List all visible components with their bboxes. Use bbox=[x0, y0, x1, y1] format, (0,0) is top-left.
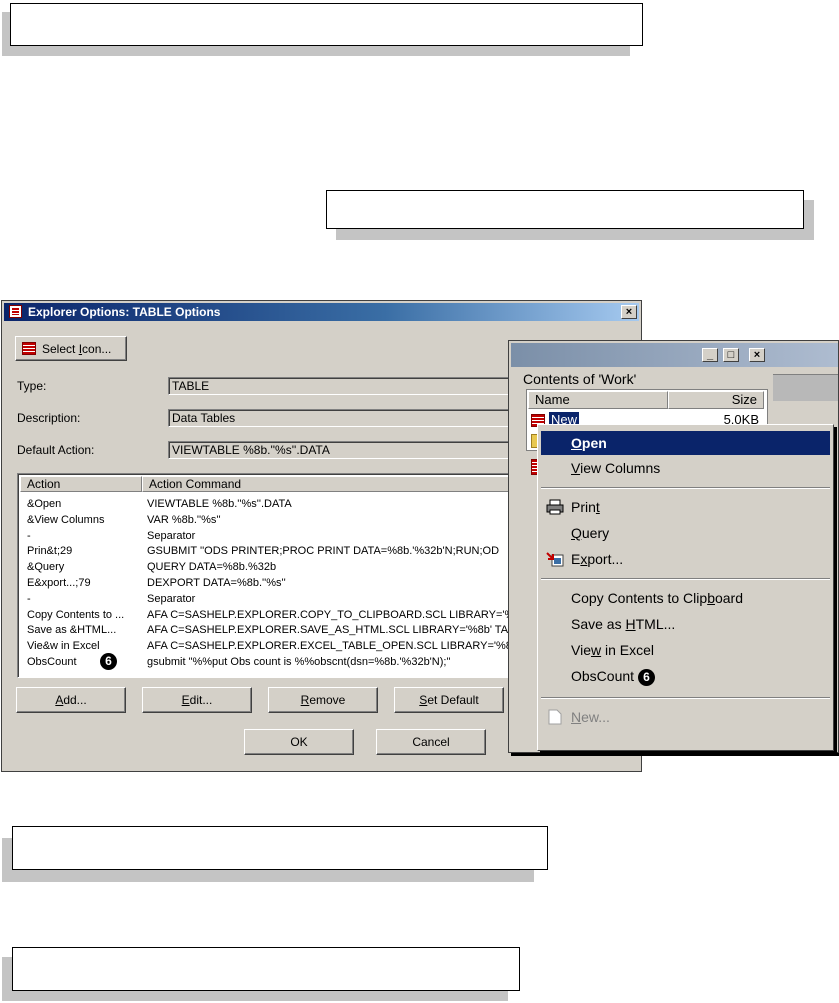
cancel-button[interactable]: Cancel bbox=[376, 729, 486, 755]
table-row[interactable]: - Separator bbox=[18, 528, 536, 544]
minimize-icon[interactable]: _ bbox=[702, 348, 718, 362]
table-row[interactable]: &Query QUERY DATA=%8b.%32b bbox=[18, 559, 536, 575]
action-cell: &View Columns bbox=[27, 513, 105, 526]
description-field[interactable]: Data Tables bbox=[168, 409, 528, 427]
work-titlebar[interactable]: _ □ × bbox=[511, 343, 838, 367]
column-header-name[interactable]: Name bbox=[528, 391, 668, 409]
new-icon bbox=[546, 709, 564, 725]
action-list-header: Action Action Command bbox=[20, 476, 536, 492]
action-command-cell: DEXPORT DATA=%8b.''%s'' bbox=[147, 577, 286, 589]
work-heading: Contents of 'Work' bbox=[523, 371, 637, 387]
dialog-title: Explorer Options: TABLE Options bbox=[28, 305, 221, 319]
action-command-cell: Separator bbox=[147, 529, 196, 542]
menu-separator bbox=[541, 578, 830, 580]
menu-item-open[interactable]: Open bbox=[541, 431, 830, 455]
callout-badge: 6 bbox=[100, 653, 117, 670]
close-icon[interactable]: × bbox=[749, 348, 765, 362]
table-row[interactable]: Copy Contents to ... AFA C=SASHELP.EXPLOR… bbox=[18, 607, 536, 623]
printer-icon bbox=[546, 499, 564, 515]
action-cell: - bbox=[27, 529, 31, 542]
default-action-label: Default Action: bbox=[17, 443, 95, 457]
table-row[interactable]: &Open VIEWTABLE %8b.''%s''.DATA bbox=[18, 496, 536, 512]
table-row[interactable]: E&xport...;79 DEXPORT DATA=%8b.''%s'' bbox=[18, 575, 536, 591]
action-command-cell: VAR %8b.''%s'' bbox=[147, 513, 221, 526]
select-icon-button[interactable]: Select Icon... bbox=[15, 336, 127, 361]
action-command-cell: AFA C=SASHELP.EXPLORER.EXCEL_TABLE_OPEN.… bbox=[147, 640, 512, 653]
blank-caption-box-2 bbox=[320, 188, 820, 243]
action-command-cell: VIEWTABLE %8b.''%s''.DATA bbox=[147, 498, 292, 510]
toolbar-strip bbox=[773, 374, 838, 401]
action-cell: - bbox=[27, 592, 31, 605]
close-icon[interactable]: × bbox=[621, 305, 637, 319]
blank-caption-box-3 bbox=[0, 822, 552, 884]
callout-badge: 6 bbox=[637, 668, 655, 686]
menu-item-print[interactable]: Print bbox=[541, 495, 830, 519]
menu-item-new[interactable]: New... bbox=[541, 705, 830, 729]
table-row[interactable]: &View Columns VAR %8b.''%s'' bbox=[18, 512, 536, 528]
maximize-icon[interactable]: □ bbox=[723, 348, 739, 362]
type-label: Type: bbox=[17, 379, 47, 393]
remove-button[interactable]: Remove bbox=[268, 687, 378, 713]
column-header-action-command[interactable]: Action Command bbox=[142, 476, 536, 492]
description-label: Description: bbox=[17, 411, 81, 425]
table-row[interactable]: Prin&t;29 GSUBMIT ''ODS PRINTER;PROC PRIN… bbox=[18, 543, 536, 559]
export-icon bbox=[546, 551, 564, 567]
menu-item-query[interactable]: Query bbox=[541, 521, 830, 545]
table-icon bbox=[22, 342, 36, 355]
blank-caption-box-1 bbox=[0, 0, 643, 58]
action-cell: E&xport...;79 bbox=[27, 577, 91, 589]
table-icon bbox=[9, 305, 22, 318]
action-command-cell: GSUBMIT ''ODS PRINTER;PROC PRINT DATA=%8… bbox=[147, 545, 500, 558]
menu-item-view-columns[interactable]: View Columns bbox=[541, 456, 830, 480]
action-cell: &Query bbox=[27, 561, 65, 574]
table-row[interactable]: ObsCount 6 gsubmit "%%put Obs count is %%o… bbox=[18, 653, 536, 670]
add-button[interactable]: Add... bbox=[16, 687, 126, 713]
context-menu: Open View Columns Print Query Export... … bbox=[537, 424, 834, 751]
action-command-cell: gsubmit "%%put Obs count is %%obscnt(dsn… bbox=[147, 656, 451, 668]
menu-item-save-as-html[interactable]: Save as HTML... bbox=[541, 612, 830, 636]
action-command-cell: AFA C=SASHELP.EXPLORER.COPY_TO_CLIPBOARD… bbox=[147, 608, 515, 621]
action-command-cell: AFA C=SASHELP.EXPLORER.SAVE_AS_HTML.SCL … bbox=[147, 624, 509, 637]
action-cell: &Open bbox=[27, 498, 62, 510]
blank-caption-box-4 bbox=[0, 943, 525, 1003]
action-cell: ObsCount bbox=[27, 656, 77, 668]
type-field[interactable]: TABLE bbox=[168, 377, 528, 395]
action-cell: Copy Contents to ... bbox=[27, 608, 125, 621]
action-cell: Save as &HTML... bbox=[27, 624, 117, 637]
table-row[interactable]: - Separator bbox=[18, 591, 536, 607]
set-default-button[interactable]: Set Default bbox=[394, 687, 504, 713]
menu-separator bbox=[541, 487, 830, 489]
edit-button[interactable]: Edit... bbox=[142, 687, 252, 713]
column-header-action[interactable]: Action bbox=[20, 476, 142, 492]
menu-item-export[interactable]: Export... bbox=[541, 547, 830, 571]
action-cell: Vie&w in Excel bbox=[27, 640, 100, 653]
action-command-cell: Separator bbox=[147, 592, 196, 605]
table-row[interactable]: Save as &HTML... AFA C=SASHELP.EXPLORER.S… bbox=[18, 622, 536, 638]
menu-item-copy-contents[interactable]: Copy Contents to Clipboard bbox=[541, 586, 830, 610]
dialog-titlebar[interactable]: Explorer Options: TABLE Options × bbox=[4, 303, 639, 321]
menu-item-obscount[interactable]: ObsCount 6 bbox=[541, 664, 830, 688]
table-row[interactable]: Vie&w in Excel AFA C=SASHELP.EXPLORER.EXC… bbox=[18, 638, 536, 654]
action-command-cell: QUERY DATA=%8b.%32b bbox=[147, 561, 277, 574]
column-header-size[interactable]: Size bbox=[668, 391, 764, 409]
menu-item-view-in-excel[interactable]: View in Excel bbox=[541, 638, 830, 662]
default-action-field[interactable]: VIEWTABLE %8b.''%s''.DATA bbox=[168, 441, 528, 459]
ok-button[interactable]: OK bbox=[244, 729, 354, 755]
menu-separator bbox=[541, 697, 830, 699]
action-list[interactable]: Action Action Command &Open VIEWTABLE %8b… bbox=[17, 473, 537, 678]
action-cell: Prin&t;29 bbox=[27, 545, 73, 558]
